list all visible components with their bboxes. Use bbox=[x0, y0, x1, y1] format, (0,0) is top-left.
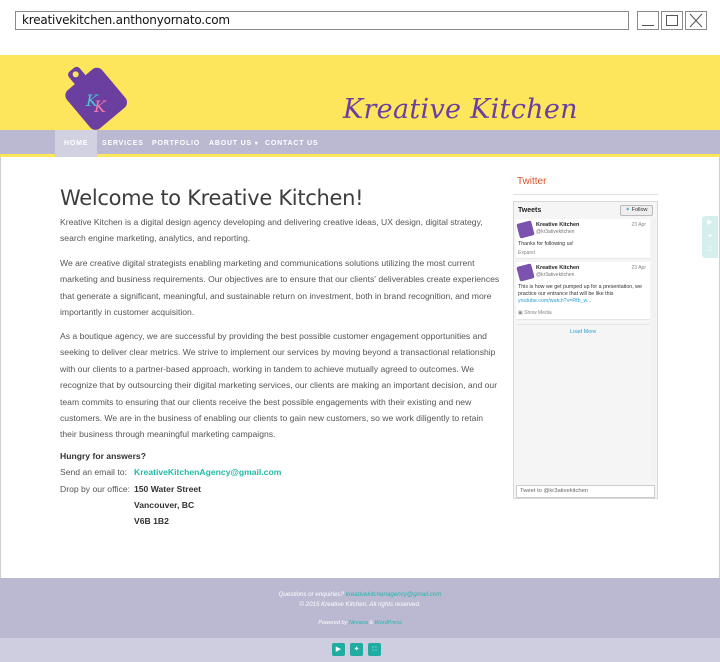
rss-icon[interactable]: ∷ bbox=[368, 643, 381, 656]
footer-contact-line: Questions or enquiries? kreativekitchena… bbox=[0, 591, 720, 598]
avatar[interactable] bbox=[516, 220, 535, 239]
tweet-to-input[interactable]: Tweet to @kr3ativekitchen bbox=[516, 485, 655, 498]
follow-button[interactable]: ✦ Follow bbox=[620, 205, 653, 216]
bird-icon: ✦ bbox=[625, 207, 631, 213]
tweet-text: This is how we get pumped up for a prese… bbox=[518, 284, 646, 305]
agency-paragraph: As a boutique agency, we are successful … bbox=[60, 331, 498, 440]
address-line-1: 150 Water Street bbox=[134, 484, 202, 494]
follow-label: Follow bbox=[631, 207, 648, 213]
media-icon: ▣ bbox=[518, 310, 523, 316]
nirvana-link[interactable]: Nirvana bbox=[349, 620, 368, 626]
page-title: Welcome to Kreative Kitchen! bbox=[60, 186, 364, 210]
nav-item-home[interactable]: HOME bbox=[55, 130, 98, 157]
minimize-button[interactable] bbox=[637, 11, 659, 30]
rss-icon[interactable]: ∷ bbox=[706, 246, 714, 254]
tweet-author-handle: @kr3ativekitchen bbox=[536, 229, 575, 235]
avatar[interactable] bbox=[516, 263, 535, 282]
footer-social-bar: ▶ ✦ ∷ bbox=[0, 638, 720, 662]
site-footer: Questions or enquiries? kreativekitchena… bbox=[0, 578, 720, 638]
tweet-item[interactable]: Kreative Kitchen @kr3ativekitchen 23 Apr… bbox=[516, 262, 650, 320]
email-label: Send an email to: bbox=[60, 467, 127, 477]
logo-letter-k2: K bbox=[93, 97, 107, 116]
nav-item-contact-us[interactable]: CONTACT US bbox=[256, 130, 327, 157]
footer-powered-by: Powered by Nirvana & WordPress bbox=[0, 620, 720, 626]
twitter-icon[interactable]: ✦ bbox=[350, 643, 363, 656]
youtube-icon[interactable]: ▶ bbox=[332, 643, 345, 656]
office-label: Drop by our office: bbox=[60, 484, 131, 494]
powered-separator: & bbox=[369, 620, 373, 626]
youtube-icon[interactable]: ▶ bbox=[706, 219, 714, 227]
tweets-scrollbar[interactable] bbox=[651, 219, 656, 481]
tweet-author-name[interactable]: Kreative Kitchen bbox=[536, 222, 579, 228]
tweet-text-body: This is how we get pumped up for a prese… bbox=[518, 284, 642, 297]
tweet-youtube-link[interactable]: youtube.com/watch?v=Rfb_w... bbox=[518, 298, 591, 304]
floating-social-bar: ▶ ✦ ∷ bbox=[702, 216, 718, 258]
address-line-2: Vancouver, BC bbox=[134, 500, 195, 510]
tweet-date[interactable]: 23 Apr bbox=[632, 222, 646, 228]
show-media-label: Show Media bbox=[524, 310, 552, 316]
site-logo[interactable]: K K bbox=[58, 60, 128, 130]
contact-heading: Hungry for answers? bbox=[60, 451, 146, 461]
address-line-3: V6B 1B2 bbox=[134, 516, 169, 526]
address-bar[interactable]: kreativekitchen.anthonyornato.com bbox=[15, 11, 629, 30]
footer-email-link[interactable]: kreativekitchenagency@gmail.com bbox=[346, 591, 442, 598]
tweet-date[interactable]: 23 Apr bbox=[632, 265, 646, 271]
main-navigation: HOME SERVICES PORTFOLIO ABOUT US ▾ CONTA… bbox=[0, 130, 720, 157]
load-more-button[interactable]: Load More bbox=[516, 324, 650, 338]
footer-copyright: © 2015 Kreative Kitchen. All rights rese… bbox=[299, 601, 421, 608]
site-brand-name[interactable]: Kreative Kitchen bbox=[343, 94, 578, 125]
show-media-link[interactable]: ▣ Show Media bbox=[518, 310, 552, 316]
footer-question: Questions or enquiries? bbox=[278, 591, 344, 598]
tweet-text: Thanks for following us! bbox=[518, 241, 574, 247]
tweet-author-name[interactable]: Kreative Kitchen bbox=[536, 265, 579, 271]
cutting-board-logo-icon: K K bbox=[65, 66, 128, 130]
twitter-widget: Tweets ✦ Follow Kreative Kitchen @kr3ati… bbox=[513, 201, 658, 499]
wordpress-link[interactable]: WordPress bbox=[375, 620, 402, 626]
nav-item-about-us-label: ABOUT US bbox=[209, 140, 252, 147]
close-icon bbox=[689, 13, 703, 28]
browser-toolbar: kreativekitchen.anthonyornato.com bbox=[0, 0, 720, 55]
contact-email-link[interactable]: KreativeKitchenAgency@gmail.com bbox=[134, 467, 281, 477]
powered-by-label: Powered by bbox=[318, 620, 348, 626]
expand-link[interactable]: Expand bbox=[518, 250, 535, 256]
tweets-title: Tweets bbox=[518, 207, 542, 214]
intro-paragraph: Kreative Kitchen is a digital design age… bbox=[60, 217, 483, 244]
strategy-paragraph: We are creative digital strategists enab… bbox=[60, 258, 500, 318]
tweet-author-handle: @kr3ativekitchen bbox=[536, 272, 575, 278]
tweet-item[interactable]: Kreative Kitchen @kr3ativekitchen 23 Apr… bbox=[516, 219, 650, 259]
twitter-icon[interactable]: ✦ bbox=[706, 233, 714, 241]
twitter-heading: Twitter bbox=[513, 176, 658, 195]
close-button[interactable] bbox=[685, 11, 707, 30]
maximize-button[interactable] bbox=[661, 11, 683, 30]
